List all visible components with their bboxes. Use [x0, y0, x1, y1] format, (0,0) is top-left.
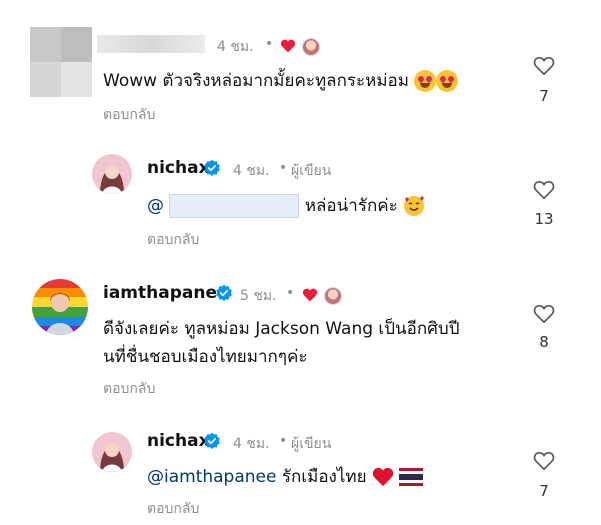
heart-eyes-emoji-icon: [436, 70, 459, 92]
author-avatar-mini: [302, 38, 320, 56]
comment-4: nichax 4 ชม. • ผู้เขียน @iamthapanee รัก…: [0, 415, 601, 525]
like-heart-icon[interactable]: [533, 451, 555, 471]
username[interactable]: nichax: [147, 431, 210, 451]
mention-link[interactable]: @: [147, 196, 164, 216]
comment-text: @ หล่อน่ารักค่ะ: [147, 192, 425, 220]
comment-time: 5 ชม.: [240, 288, 277, 304]
comment-text-content: Woww ตัวจริงหล่อมากมั้ยคะทูลกระหม่อม: [103, 71, 409, 91]
like-count: 7: [539, 87, 549, 105]
verified-badge-icon: [216, 284, 232, 301]
reply-button[interactable]: ตอบกลับ: [103, 378, 155, 400]
verified-badge-icon: [204, 432, 220, 449]
like-heart-icon[interactable]: [533, 304, 555, 324]
heart-eyes-emoji-icon: [414, 70, 437, 92]
mention-blurred: [169, 194, 300, 218]
like-count: 13: [534, 210, 554, 228]
reply-button[interactable]: ตอบกลับ: [103, 104, 155, 126]
comment-text-content: หล่อน่ารักค่ะ: [304, 196, 398, 216]
comment-text-line-2: นที่ชื่นชอบเมืองไทยมากๆค่ะ: [103, 347, 308, 367]
comment-time: 4 ชม.: [233, 163, 270, 179]
username[interactable]: nichax: [147, 158, 210, 178]
thailand-flag-icon: [399, 468, 424, 486]
comment-text: @iamthapanee รักเมืองไทย: [147, 463, 424, 491]
author-label: ผู้เขียน: [291, 163, 332, 179]
comment-text: ดีจังเลยค่ะ ทูลหม่อม Jackson Wang เป็นอี…: [103, 315, 523, 371]
red-heart-emoji-icon: [372, 467, 394, 487]
reply-button[interactable]: ตอบกลับ: [147, 229, 199, 251]
like-count: 8: [539, 333, 549, 351]
author-liked-heart-icon: [280, 39, 296, 53]
username[interactable]: iamthapanee: [103, 283, 229, 303]
author-label: ผู้เขียน: [291, 436, 332, 452]
verified-badge-icon: [204, 159, 220, 176]
separator-dot: •: [286, 285, 295, 301]
like-heart-icon[interactable]: [533, 180, 555, 200]
username-blurred[interactable]: [97, 35, 205, 53]
comment-text-line-1: ดีจังเลยค่ะ ทูลหม่อม Jackson Wang เป็นอี…: [103, 319, 460, 339]
avatar[interactable]: [92, 432, 132, 472]
separator-dot: •: [279, 433, 288, 449]
avatar[interactable]: [32, 279, 88, 335]
author-liked-heart-icon: [302, 288, 318, 302]
separator-dot: •: [279, 160, 288, 176]
comment-2: nichax 4 ชม. • ผู้เขียน @ หล่อน่ารักค่ะ …: [0, 140, 601, 260]
comment-time: 4 ชม.: [217, 39, 254, 55]
comment-time: 4 ชม.: [233, 436, 270, 452]
comment-1: 4 ชม. • Woww ตัวจริงหล่อมากมั้ยคะทูลกระห…: [0, 0, 601, 130]
like-count: 7: [539, 482, 549, 500]
like-heart-icon[interactable]: [533, 56, 555, 76]
separator-dot: •: [265, 36, 274, 52]
reply-button[interactable]: ตอบกลับ: [147, 498, 199, 520]
comment-text: Woww ตัวจริงหล่อมากมั้ยคะทูลกระหม่อม: [103, 67, 459, 95]
comment-3: iamthapanee 5 ชม. • ดีจังเลยค่ะ ทูลหม่อม…: [0, 275, 601, 405]
mention-link[interactable]: @iamthapanee: [147, 467, 276, 487]
author-avatar-mini: [324, 287, 342, 305]
avatar[interactable]: [92, 154, 132, 194]
avatar-blurred[interactable]: [30, 27, 92, 97]
smiling-hearts-emoji-icon: [404, 196, 425, 216]
comment-text-content: รักเมืองไทย: [281, 467, 367, 487]
